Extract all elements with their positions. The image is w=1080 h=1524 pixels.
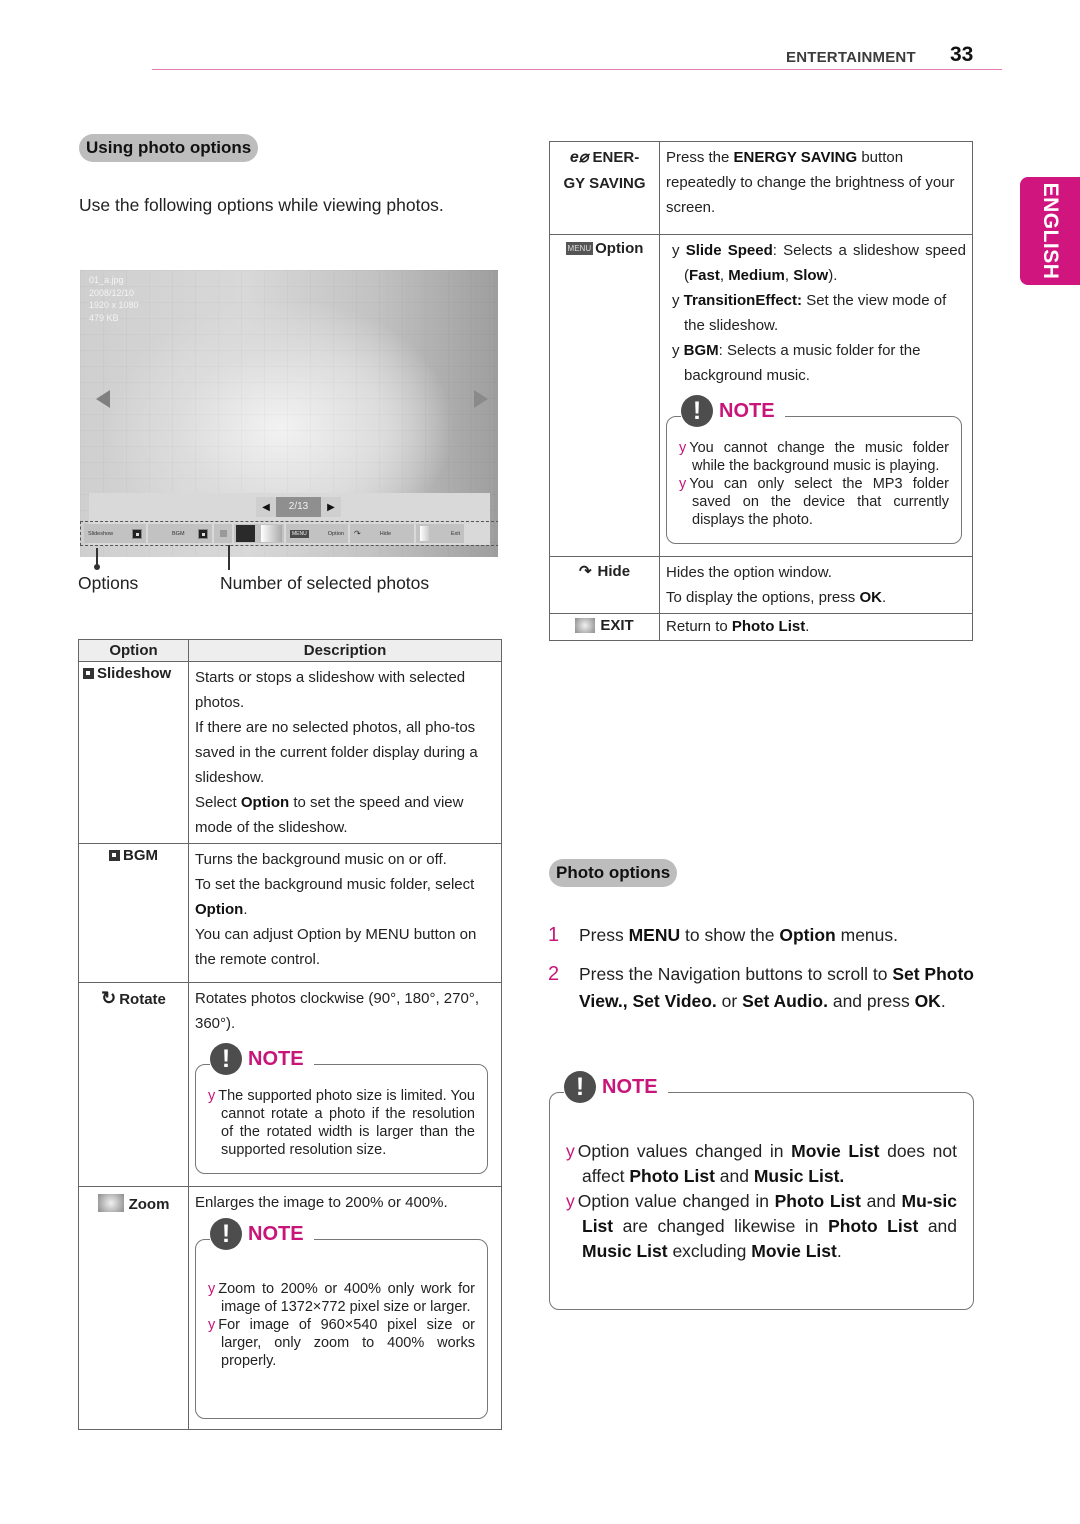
menu-icon: MENU [290, 529, 309, 538]
previous-photo-arrow-icon[interactable] [96, 390, 110, 408]
step-2: 2 Press the Navigation buttons to scroll… [548, 963, 974, 1011]
exit-icon [420, 526, 429, 541]
stop-square-icon [109, 850, 120, 861]
table-row-option: MENU Option y Slide Speed: Selects a slid… [549, 234, 973, 557]
options-callout-dot [94, 564, 100, 570]
rotate-button[interactable] [214, 524, 232, 543]
exit-icon [575, 618, 596, 633]
intro-text: Use the following options while viewing … [79, 195, 444, 215]
option-button[interactable]: MENU Option [286, 524, 348, 543]
note-item: y You cannot change the music folder whil… [679, 440, 949, 474]
play-icon [132, 528, 142, 539]
rotate-icon [219, 530, 227, 537]
energy-saving-icon [236, 525, 255, 542]
steps-list: 1 Press MENU to show the Option menus. 2… [548, 922, 974, 1027]
note-box-option: ! NOTE y You cannot change the music folde… [666, 395, 962, 544]
exclamation-icon: ! [564, 1071, 596, 1103]
exclamation-icon: ! [681, 395, 713, 427]
counter-value: 2/13 [276, 497, 321, 517]
note-item: y You can only select the MP3 folder save… [679, 476, 949, 528]
note-item: y The supported photo size is limited. Yo… [208, 1088, 475, 1158]
bgm-button[interactable]: BGM [148, 524, 212, 543]
zoom-buttons[interactable] [234, 524, 284, 543]
note-item: y Option values changed in Movie List doe… [566, 1141, 957, 1186]
options-table: Option Description Slideshow Starts or s… [78, 639, 502, 1430]
hide-button[interactable]: ↷ Hide [350, 524, 414, 543]
rotate-icon: ↻ [101, 988, 117, 1008]
step-1: 1 Press MENU to show the Option menus. [548, 924, 898, 946]
table-row-slideshow: Slideshow Starts or stops a slideshow wi… [78, 661, 502, 844]
exclamation-icon: ! [210, 1043, 242, 1075]
options-bar: Slideshow BGM MENU Option ↷ Hide Exit [80, 521, 498, 546]
options-table-continued: e⌀ ENER- GY SAVING Press the ENERGY SAVIN… [549, 141, 973, 641]
section-title-photo-options: Photo options [549, 859, 678, 887]
exit-button[interactable]: Exit [416, 524, 464, 543]
caption-selected-photos: Number of selected photos [220, 573, 430, 593]
energy-saving-icon: e⌀ [569, 149, 589, 166]
zoom-icon [261, 525, 282, 542]
counter-prev-icon[interactable]: ◀ [256, 502, 276, 513]
table-row-exit: EXIT Return to Photo List. [549, 613, 973, 641]
note-item: y For image of 960×540 pixel size or larg… [208, 1317, 475, 1369]
table-row-zoom: Zoom Enlarges the image to 200% or 400%.… [78, 1186, 502, 1430]
counter-next-icon[interactable]: ▶ [321, 502, 341, 513]
zoom-icon [97, 1194, 124, 1212]
page-number: 33 [950, 43, 974, 66]
table-row-energy-saving: e⌀ ENER- GY SAVING Press the ENERGY SAVIN… [549, 141, 973, 235]
section-title-using-photo-options: Using photo options [79, 134, 259, 162]
photo-metadata: 01_a.jpg 2008/12/10 1920 x 1080 479 KB [89, 275, 139, 323]
note-item: y Zoom to 200% or 400% only work for imag… [208, 1281, 475, 1315]
table-row-rotate: ↻ Rotate Rotates photos clockwise (90°, 1… [78, 982, 502, 1187]
next-photo-arrow-icon[interactable] [474, 390, 488, 408]
menu-icon: MENU [565, 242, 594, 255]
section-name: ENTERTAINMENT [786, 49, 916, 66]
note-box-zoom: ! NOTE y Zoom to 200% or 400% only work fo… [195, 1218, 488, 1419]
language-tab: ENGLISH [1020, 177, 1080, 285]
play-square-icon [83, 668, 94, 679]
control-panel: ◀ 2/13 ▶ Slideshow BGM MENU Option ↷ Hide … [80, 493, 498, 546]
stop-icon [198, 528, 208, 539]
hide-icon: ↷ [354, 529, 361, 538]
slideshow-button[interactable]: Slideshow [84, 524, 146, 543]
photo-counter: ◀ 2/13 ▶ [256, 497, 341, 517]
caption-options: Options [78, 573, 139, 593]
header-option: Option [78, 639, 189, 662]
header-description: Description [188, 639, 502, 662]
exclamation-icon: ! [210, 1218, 242, 1250]
note-item: y Option value changed in Photo List and … [566, 1191, 958, 1261]
note-box-rotate: ! NOTE y The supported photo size is limit… [195, 1043, 488, 1174]
note-box-photo-options: ! NOTE y Option values changed in Movie Li… [549, 1071, 974, 1310]
table-row-hide: ↷ Hide Hides the option window. To displa… [549, 556, 973, 614]
photo-viewer-screenshot: 01_a.jpg 2008/12/10 1920 x 1080 479 KB ◀… [80, 270, 498, 557]
header-rule [152, 69, 1002, 70]
hide-icon: ↷ [578, 563, 592, 580]
table-row-bgm: BGM Turns the background music on or off… [78, 843, 502, 983]
